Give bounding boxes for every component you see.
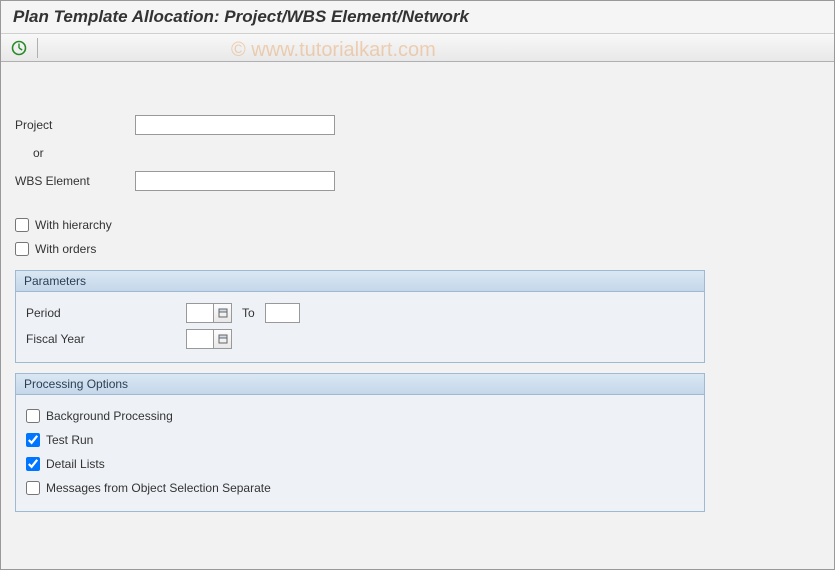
project-label: Project bbox=[15, 118, 135, 132]
to-label: To bbox=[242, 306, 255, 320]
period-to-input[interactable] bbox=[265, 303, 300, 323]
period-from-f4-button[interactable] bbox=[214, 303, 232, 323]
wbs-element-input[interactable] bbox=[135, 171, 335, 191]
processing-options-group: Processing Options Background Processing… bbox=[15, 373, 705, 512]
with-orders-row: With orders bbox=[15, 238, 820, 260]
with-orders-checkbox[interactable] bbox=[15, 242, 29, 256]
fiscal-year-input[interactable] bbox=[186, 329, 214, 349]
parameters-group: Parameters Period To Fiscal Year bbox=[15, 270, 705, 363]
search-help-icon bbox=[218, 308, 228, 318]
fiscal-year-label: Fiscal Year bbox=[26, 332, 186, 346]
test-run-row: Test Run bbox=[26, 429, 694, 451]
fiscal-year-row: Fiscal Year bbox=[26, 326, 694, 352]
processing-options-header: Processing Options bbox=[16, 374, 704, 395]
detail-lists-row: Detail Lists bbox=[26, 453, 694, 475]
page-title: Plan Template Allocation: Project/WBS El… bbox=[1, 1, 834, 34]
messages-separate-label: Messages from Object Selection Separate bbox=[46, 481, 271, 495]
or-row: or bbox=[15, 140, 820, 166]
messages-separate-row: Messages from Object Selection Separate bbox=[26, 477, 694, 499]
toolbar bbox=[1, 34, 834, 62]
period-row: Period To bbox=[26, 300, 694, 326]
with-hierarchy-row: With hierarchy bbox=[15, 214, 820, 236]
detail-lists-label: Detail Lists bbox=[46, 457, 105, 471]
execute-icon[interactable] bbox=[9, 38, 29, 58]
project-row: Project bbox=[15, 112, 820, 138]
parameters-body: Period To Fiscal Year bbox=[16, 292, 704, 362]
test-run-label: Test Run bbox=[46, 433, 93, 447]
detail-lists-checkbox[interactable] bbox=[26, 457, 40, 471]
period-from-input[interactable] bbox=[186, 303, 214, 323]
toolbar-divider bbox=[37, 38, 38, 58]
search-help-icon bbox=[218, 334, 228, 344]
fiscal-year-f4-button[interactable] bbox=[214, 329, 232, 349]
wbs-label: WBS Element bbox=[15, 174, 135, 188]
with-hierarchy-label: With hierarchy bbox=[35, 218, 112, 232]
wbs-row: WBS Element bbox=[15, 168, 820, 194]
messages-separate-checkbox[interactable] bbox=[26, 481, 40, 495]
parameters-header: Parameters bbox=[16, 271, 704, 292]
with-orders-label: With orders bbox=[35, 242, 96, 256]
or-label: or bbox=[15, 146, 135, 160]
period-label: Period bbox=[26, 306, 186, 320]
period-from-wrapper bbox=[186, 303, 232, 323]
fiscal-year-wrapper bbox=[186, 329, 232, 349]
with-hierarchy-checkbox[interactable] bbox=[15, 218, 29, 232]
background-processing-row: Background Processing bbox=[26, 405, 694, 427]
background-processing-label: Background Processing bbox=[46, 409, 173, 423]
processing-options-body: Background Processing Test Run Detail Li… bbox=[16, 395, 704, 511]
project-input[interactable] bbox=[135, 115, 335, 135]
background-processing-checkbox[interactable] bbox=[26, 409, 40, 423]
test-run-checkbox[interactable] bbox=[26, 433, 40, 447]
content-area: Project or WBS Element With hierarchy Wi… bbox=[1, 62, 834, 530]
